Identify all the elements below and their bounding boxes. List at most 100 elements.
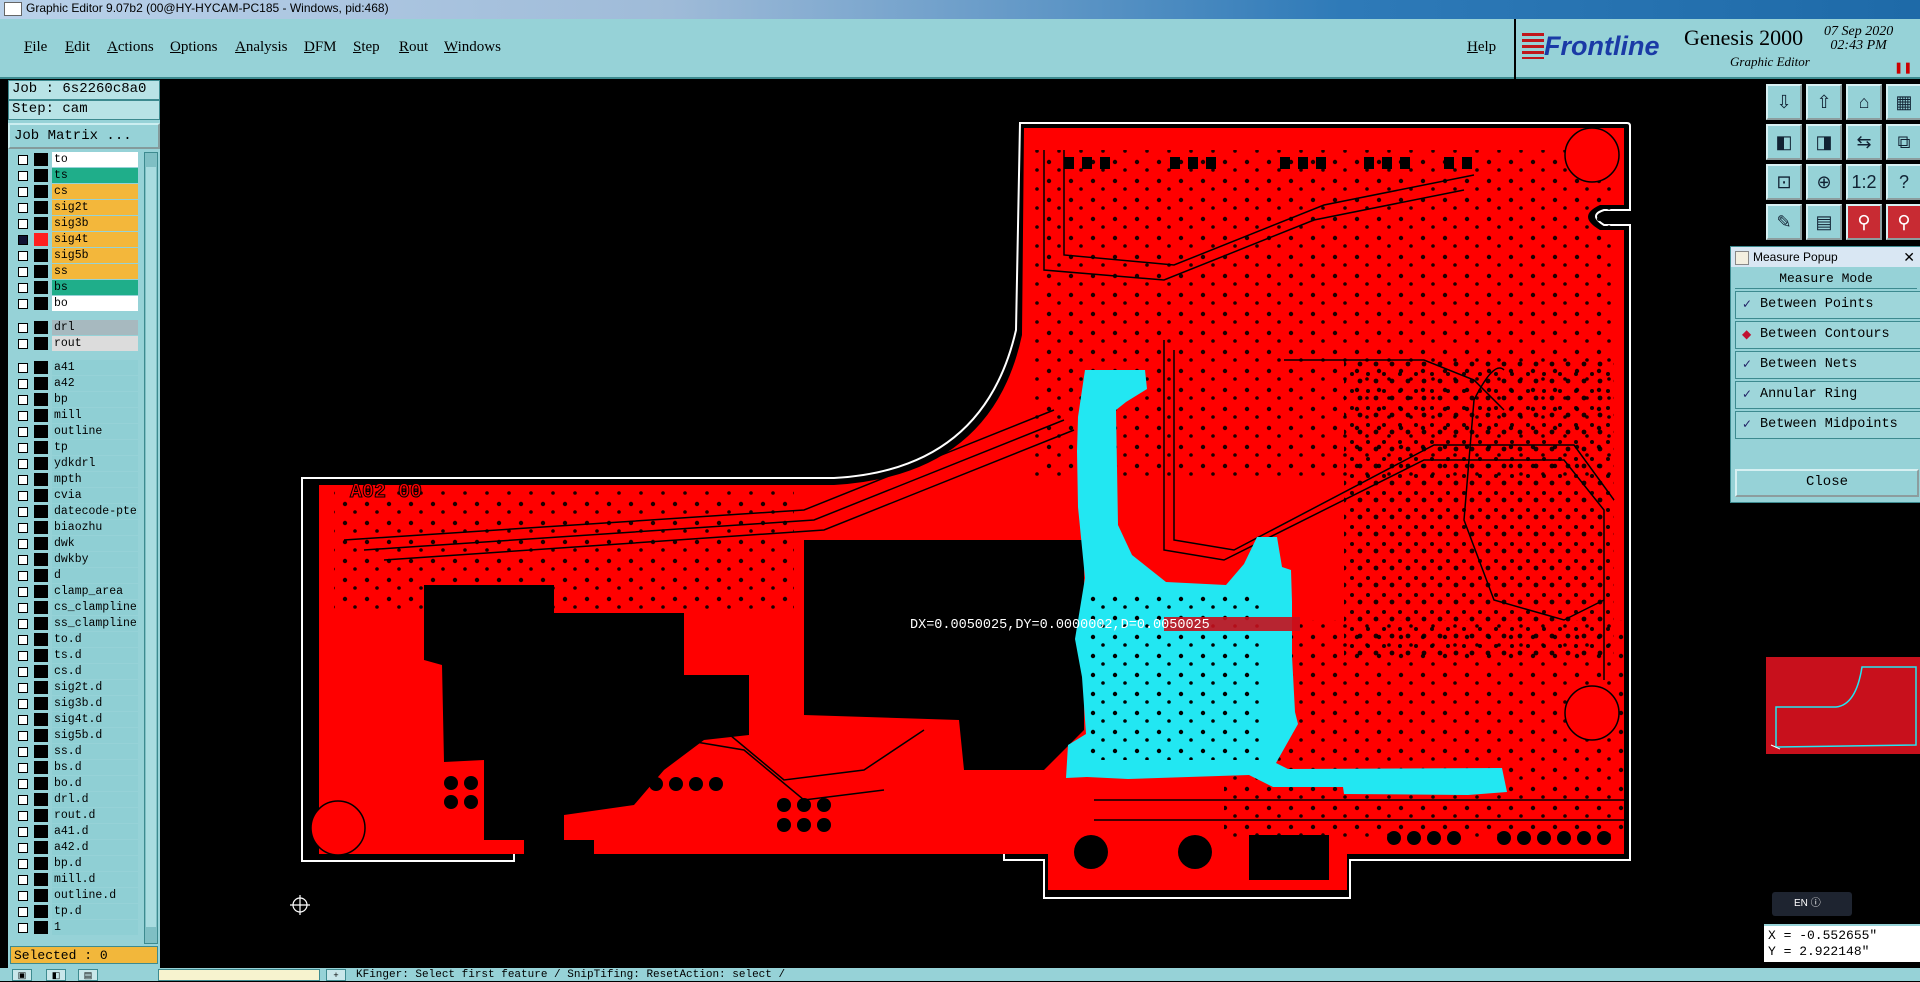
overview-minimap[interactable] xyxy=(1766,657,1920,754)
layer-name[interactable]: bo.d xyxy=(52,776,138,792)
layer-name[interactable]: drl xyxy=(52,320,138,336)
layer-color-swatch[interactable] xyxy=(34,841,48,854)
layer-color-swatch[interactable] xyxy=(34,169,48,182)
popup-close-button[interactable]: Close xyxy=(1735,469,1919,497)
layer-color-swatch[interactable] xyxy=(34,153,48,166)
layer-name[interactable]: sig4t xyxy=(52,232,138,248)
layer-name[interactable]: to xyxy=(52,152,138,168)
layer-row-dwk[interactable]: dwk xyxy=(12,536,140,552)
layer-name[interactable]: ydkdrl xyxy=(52,456,138,472)
command-input[interactable] xyxy=(158,969,320,981)
status-btn-2-icon[interactable]: ◧ xyxy=(46,969,66,981)
layer-name[interactable]: cs_clampline xyxy=(52,600,138,616)
layer-checkbox[interactable] xyxy=(18,411,28,421)
layer-row-1[interactable]: 1 xyxy=(12,920,140,936)
layer-color-swatch[interactable] xyxy=(34,505,48,518)
layer-color-swatch[interactable] xyxy=(34,457,48,470)
layer-color-swatch[interactable] xyxy=(34,473,48,486)
split-icon[interactable]: ⧉ xyxy=(1886,124,1920,160)
layer-checkbox[interactable] xyxy=(18,747,28,757)
layer-name[interactable]: biaozhu xyxy=(52,520,138,536)
layer-name[interactable]: bs.d xyxy=(52,760,138,776)
layer-checkbox[interactable] xyxy=(18,299,28,309)
swap-icon[interactable]: ⇆ xyxy=(1846,124,1882,160)
layer-row-sig3b[interactable]: sig3b xyxy=(12,216,140,232)
layer-color-swatch[interactable] xyxy=(34,521,48,534)
layer-checkbox[interactable] xyxy=(18,235,28,245)
layer-checkbox[interactable] xyxy=(18,187,28,197)
layer-color-swatch[interactable] xyxy=(34,297,48,310)
layer-name[interactable]: tp xyxy=(52,440,138,456)
layer-color-swatch[interactable] xyxy=(34,185,48,198)
layer-name[interactable]: sig3b.d xyxy=(52,696,138,712)
pan-right-icon[interactable]: ◨ xyxy=(1806,124,1842,160)
layer-checkbox[interactable] xyxy=(18,323,28,333)
measure-option-annular-ring[interactable]: ✓ Annular Ring xyxy=(1735,381,1920,409)
layer-name[interactable]: ts xyxy=(52,168,138,184)
layer-name[interactable]: ss xyxy=(52,264,138,280)
layer-checkbox[interactable] xyxy=(18,155,28,165)
layer-row-cs-d[interactable]: cs.d xyxy=(12,664,140,680)
layer-checkbox[interactable] xyxy=(18,251,28,261)
layer-color-swatch[interactable] xyxy=(34,337,48,350)
layer-row-drl[interactable]: drl xyxy=(12,320,140,336)
layer-color-swatch[interactable] xyxy=(34,777,48,790)
menu-analysis[interactable]: Analysis xyxy=(235,39,288,56)
center-icon[interactable]: ⊕ xyxy=(1806,164,1842,200)
layer-color-swatch[interactable] xyxy=(34,585,48,598)
layer-checkbox[interactable] xyxy=(18,667,28,677)
layer-checkbox[interactable] xyxy=(18,491,28,501)
layer-name[interactable]: a41 xyxy=(52,360,138,376)
layer-scrollbar[interactable] xyxy=(144,152,158,944)
layer-name[interactable]: ss_clampline xyxy=(52,616,138,632)
layer-row-outline[interactable]: outline xyxy=(12,424,140,440)
layer-color-swatch[interactable] xyxy=(34,321,48,334)
layer-row-mpth[interactable]: mpth xyxy=(12,472,140,488)
layer-row-rout-d[interactable]: rout.d xyxy=(12,808,140,824)
menu-dfm[interactable]: DFM xyxy=(304,39,337,56)
layer-name[interactable]: ts.d xyxy=(52,648,138,664)
layer-name[interactable]: mill xyxy=(52,408,138,424)
layer-row-cvia[interactable]: cvia xyxy=(12,488,140,504)
layer-row-dwkby[interactable]: dwkby xyxy=(12,552,140,568)
layer-checkbox[interactable] xyxy=(18,395,28,405)
layer-row-to-d[interactable]: to.d xyxy=(12,632,140,648)
layer-row-clamp-area[interactable]: clamp_area xyxy=(12,584,140,600)
layer-checkbox[interactable] xyxy=(18,203,28,213)
layer-checkbox[interactable] xyxy=(18,779,28,789)
layer-row-biaozhu[interactable]: biaozhu xyxy=(12,520,140,536)
layer-color-swatch[interactable] xyxy=(34,361,48,374)
layer-color-swatch[interactable] xyxy=(34,281,48,294)
layer-checkbox[interactable] xyxy=(18,339,28,349)
layer-color-swatch[interactable] xyxy=(34,713,48,726)
layer-name[interactable]: cvia xyxy=(52,488,138,504)
layer-row-bp-d[interactable]: bp.d xyxy=(12,856,140,872)
layer-name[interactable]: a42.d xyxy=(52,840,138,856)
layer-row-sig4t-d[interactable]: sig4t.d xyxy=(12,712,140,728)
layer-checkbox[interactable] xyxy=(18,443,28,453)
layer-checkbox[interactable] xyxy=(18,795,28,805)
layer-row-ss-d[interactable]: ss.d xyxy=(12,744,140,760)
layer-checkbox[interactable] xyxy=(18,427,28,437)
pause-icon[interactable]: ❚❚ xyxy=(1894,61,1912,74)
layer-checkbox[interactable] xyxy=(18,379,28,389)
layer-color-swatch[interactable] xyxy=(34,569,48,582)
layer-row-sig4t[interactable]: sig4t xyxy=(12,232,140,248)
fit-icon[interactable]: ⊡ xyxy=(1766,164,1802,200)
layer-name[interactable]: 1 xyxy=(52,920,138,936)
layer-checkbox[interactable] xyxy=(18,571,28,581)
layer-name[interactable]: dwk xyxy=(52,536,138,552)
measure-icon[interactable]: ✎ xyxy=(1766,204,1802,240)
layer-checkbox[interactable] xyxy=(18,475,28,485)
layer-row-sig2t[interactable]: sig2t xyxy=(12,200,140,216)
layer-color-swatch[interactable] xyxy=(34,617,48,630)
layer-checkbox[interactable] xyxy=(18,171,28,181)
layer-checkbox[interactable] xyxy=(18,267,28,277)
layer-name[interactable]: sig3b xyxy=(52,216,138,232)
help-icon[interactable]: ? xyxy=(1886,164,1920,200)
layer-row-outline-d[interactable]: outline.d xyxy=(12,888,140,904)
menu-file[interactable]: File xyxy=(24,39,47,56)
layer-name[interactable]: cs xyxy=(52,184,138,200)
layer-checkbox[interactable] xyxy=(18,635,28,645)
layer-name[interactable]: to.d xyxy=(52,632,138,648)
